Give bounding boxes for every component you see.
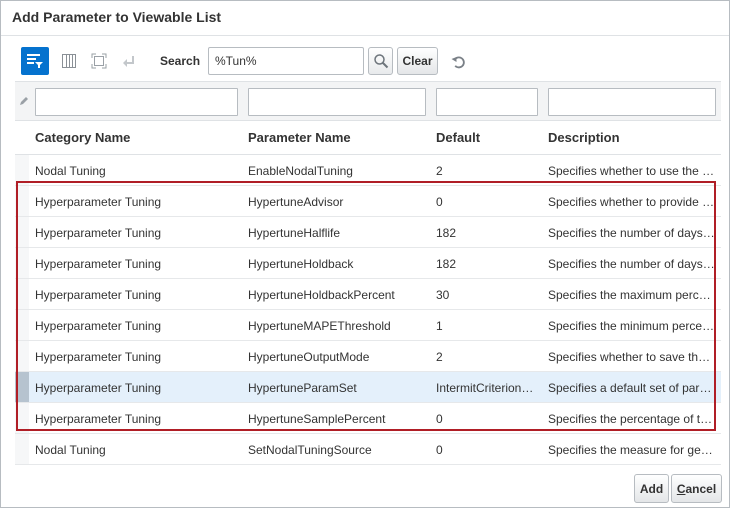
table-row[interactable]: Hyperparameter Tuning HypertuneSamplePerc… [15,403,721,434]
filter-parameter-input[interactable] [248,88,426,116]
query-by-example-button[interactable] [21,47,49,75]
row-selector[interactable] [15,186,29,216]
description-cell: Specifies a default set of parameters… [548,381,716,395]
add-button[interactable]: Add [634,474,669,503]
default-cell: 182 [436,257,457,271]
table-row[interactable]: Hyperparameter Tuning HypertuneParamSet In… [15,372,721,403]
table-row[interactable]: Hyperparameter Tuning HypertuneMAPEThresh… [15,310,721,341]
parameter-table: Category Name Parameter Name Default Des… [15,81,721,465]
table-row[interactable]: Nodal Tuning EnableNodalTuning 2 Specifies … [15,155,721,186]
description-cell: Specifies the minimum percentage… [548,319,716,333]
parameter-cell: HypertuneOutputMode [248,350,370,364]
category-cell: Hyperparameter Tuning [35,350,162,364]
default-cell: 0 [436,443,443,457]
row-selector[interactable] [15,341,29,371]
category-cell: Hyperparameter Tuning [35,319,162,333]
clear-button[interactable]: Clear [397,47,438,75]
title-divider [1,35,729,36]
table-row[interactable]: Hyperparameter Tuning HypertuneHoldbackPe… [15,279,721,310]
category-cell: Hyperparameter Tuning [35,288,162,302]
parameter-cell: HypertuneHoldback [248,257,354,271]
search-icon [373,54,388,69]
table-row[interactable]: Hyperparameter Tuning HypertuneHalflife 18… [15,217,721,248]
default-cell: 2 [436,350,443,364]
parameter-cell: HypertuneSamplePercent [248,412,386,426]
move-down-button[interactable] [115,47,143,75]
description-cell: Specifies the number of days… [548,226,715,240]
default-cell: 0 [436,412,443,426]
parameter-cell: HypertuneParamSet [248,381,357,395]
search-input[interactable] [208,47,364,75]
row-selector[interactable] [15,279,29,309]
detach-icon [91,53,107,69]
cancel-mnemonic: C [676,481,686,496]
row-selector[interactable] [15,310,29,340]
dialog-title: Add Parameter to Viewable List [12,9,222,25]
default-cell: 1 [436,319,443,333]
description-cell: Specifies the measure for generating… [548,443,716,457]
row-selector[interactable] [15,217,29,247]
parameter-cell: HypertuneHoldbackPercent [248,288,395,302]
default-cell: 30 [436,288,450,302]
reset-button[interactable] [447,51,471,73]
enter-arrow-icon [123,56,134,67]
category-cell: Hyperparameter Tuning [35,412,162,426]
column-header-category[interactable]: Category Name [35,130,240,145]
description-cell: Specifies whether to save the results… [548,350,716,364]
table-row[interactable]: Hyperparameter Tuning HypertuneAdvisor 0 Sp… [15,186,721,217]
description-cell: Specifies the percentage of the data… [548,412,716,426]
description-cell: Specifies the maximum percentage… [548,288,716,302]
row-selector[interactable] [15,155,29,185]
category-cell: Nodal Tuning [35,443,106,457]
pencil-icon [20,97,28,105]
category-cell: Hyperparameter Tuning [35,195,162,209]
table-row[interactable]: Hyperparameter Tuning HypertuneOutputMode… [15,341,721,372]
row-selector[interactable] [15,372,29,402]
default-cell: IntermitCriterion… [436,381,534,395]
parameter-cell: HypertuneMAPEThreshold [248,319,391,333]
parameter-cell: HypertuneHalflife [248,226,341,240]
description-cell: Specifies whether to use the nodal tunin… [548,164,716,178]
parameter-cell: SetNodalTuningSource [248,443,372,457]
default-cell: 182 [436,226,457,240]
description-cell: Specifies whether to provide advisor… [548,195,716,209]
description-cell: Specifies the number of days… [548,257,715,271]
toolbar: Search Clear [21,47,481,75]
columns-icon [62,54,76,68]
table-body: Nodal Tuning EnableNodalTuning 2 Specifies … [15,155,721,465]
detach-button[interactable] [85,47,113,75]
parameter-cell: EnableNodalTuning [248,164,353,178]
table-row[interactable]: Nodal Tuning SetNodalTuningSource 0 Specifi… [15,434,721,465]
default-cell: 2 [436,164,443,178]
category-cell: Hyperparameter Tuning [35,226,162,240]
cancel-label-rest: ancel [685,481,717,496]
add-parameter-dialog: Add Parameter to Viewable List Search %T… [0,0,730,508]
filter-list-icon [27,54,43,68]
default-cell: 0 [436,195,443,209]
refresh-icon [451,56,465,69]
column-header-parameter[interactable]: Parameter Name [248,130,428,145]
search-button[interactable] [368,47,393,75]
column-header-description[interactable]: Description [548,130,716,145]
column-header-default[interactable]: Default [436,130,536,145]
filter-description-input[interactable] [548,88,716,116]
search-label: Search [160,54,201,68]
table-header: Category Name Parameter Name Default Des… [15,121,721,155]
filter-default-input[interactable] [436,88,538,116]
row-selector[interactable] [15,403,29,433]
filter-category-input[interactable] [35,88,238,116]
filter-row [15,81,721,121]
columns-button[interactable] [55,47,83,75]
cancel-button[interactable]: Cancel [671,474,722,503]
parameter-cell: HypertuneAdvisor [248,195,344,209]
category-cell: Hyperparameter Tuning [35,381,162,395]
row-selector[interactable] [15,248,29,278]
category-cell: Hyperparameter Tuning [35,257,162,271]
category-cell: Nodal Tuning [35,164,106,178]
table-row[interactable]: Hyperparameter Tuning HypertuneHoldback 18… [15,248,721,279]
row-selector[interactable] [15,434,29,464]
